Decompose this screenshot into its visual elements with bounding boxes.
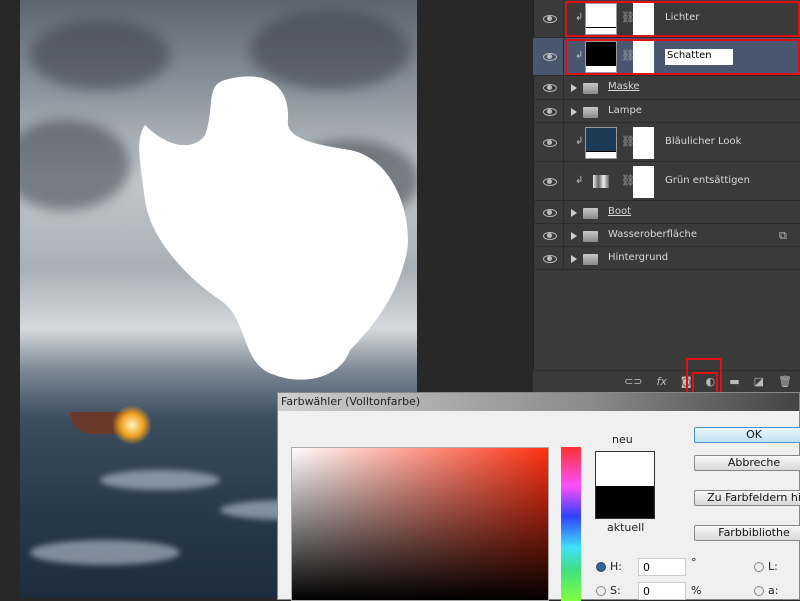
dialog-title: Farbwähler (Volltonfarbe) [278, 393, 799, 411]
add-to-swatches-button[interactable]: Zu Farbfeldern hi [694, 490, 800, 506]
ok-button[interactable]: OK [694, 427, 800, 443]
new-color-swatch [596, 452, 654, 486]
h-unit: ° [691, 556, 697, 569]
h-label: H: [610, 560, 622, 573]
a-radio[interactable] [754, 586, 764, 596]
s-unit: % [691, 584, 702, 597]
current-color-swatch [596, 486, 654, 518]
s-label: S: [610, 584, 621, 597]
color-preview [595, 451, 655, 519]
cancel-button[interactable]: Abbreche [694, 455, 800, 471]
current-label: aktuell [607, 521, 645, 534]
h-input[interactable]: 0 [638, 558, 686, 576]
h-radio[interactable] [596, 562, 606, 572]
hue-slider[interactable] [561, 447, 581, 601]
l-radio[interactable] [754, 562, 764, 572]
color-picker-dialog: Farbwähler (Volltonfarbe) neu aktuell OK… [277, 392, 800, 601]
s-radio[interactable] [596, 586, 606, 596]
color-libraries-button[interactable]: Farbbibliothe [694, 525, 800, 541]
s-input[interactable]: 0 [638, 582, 686, 600]
a-label: a: [768, 584, 779, 597]
l-label: L: [768, 560, 778, 573]
color-field[interactable] [291, 447, 549, 601]
new-label: neu [612, 433, 633, 446]
